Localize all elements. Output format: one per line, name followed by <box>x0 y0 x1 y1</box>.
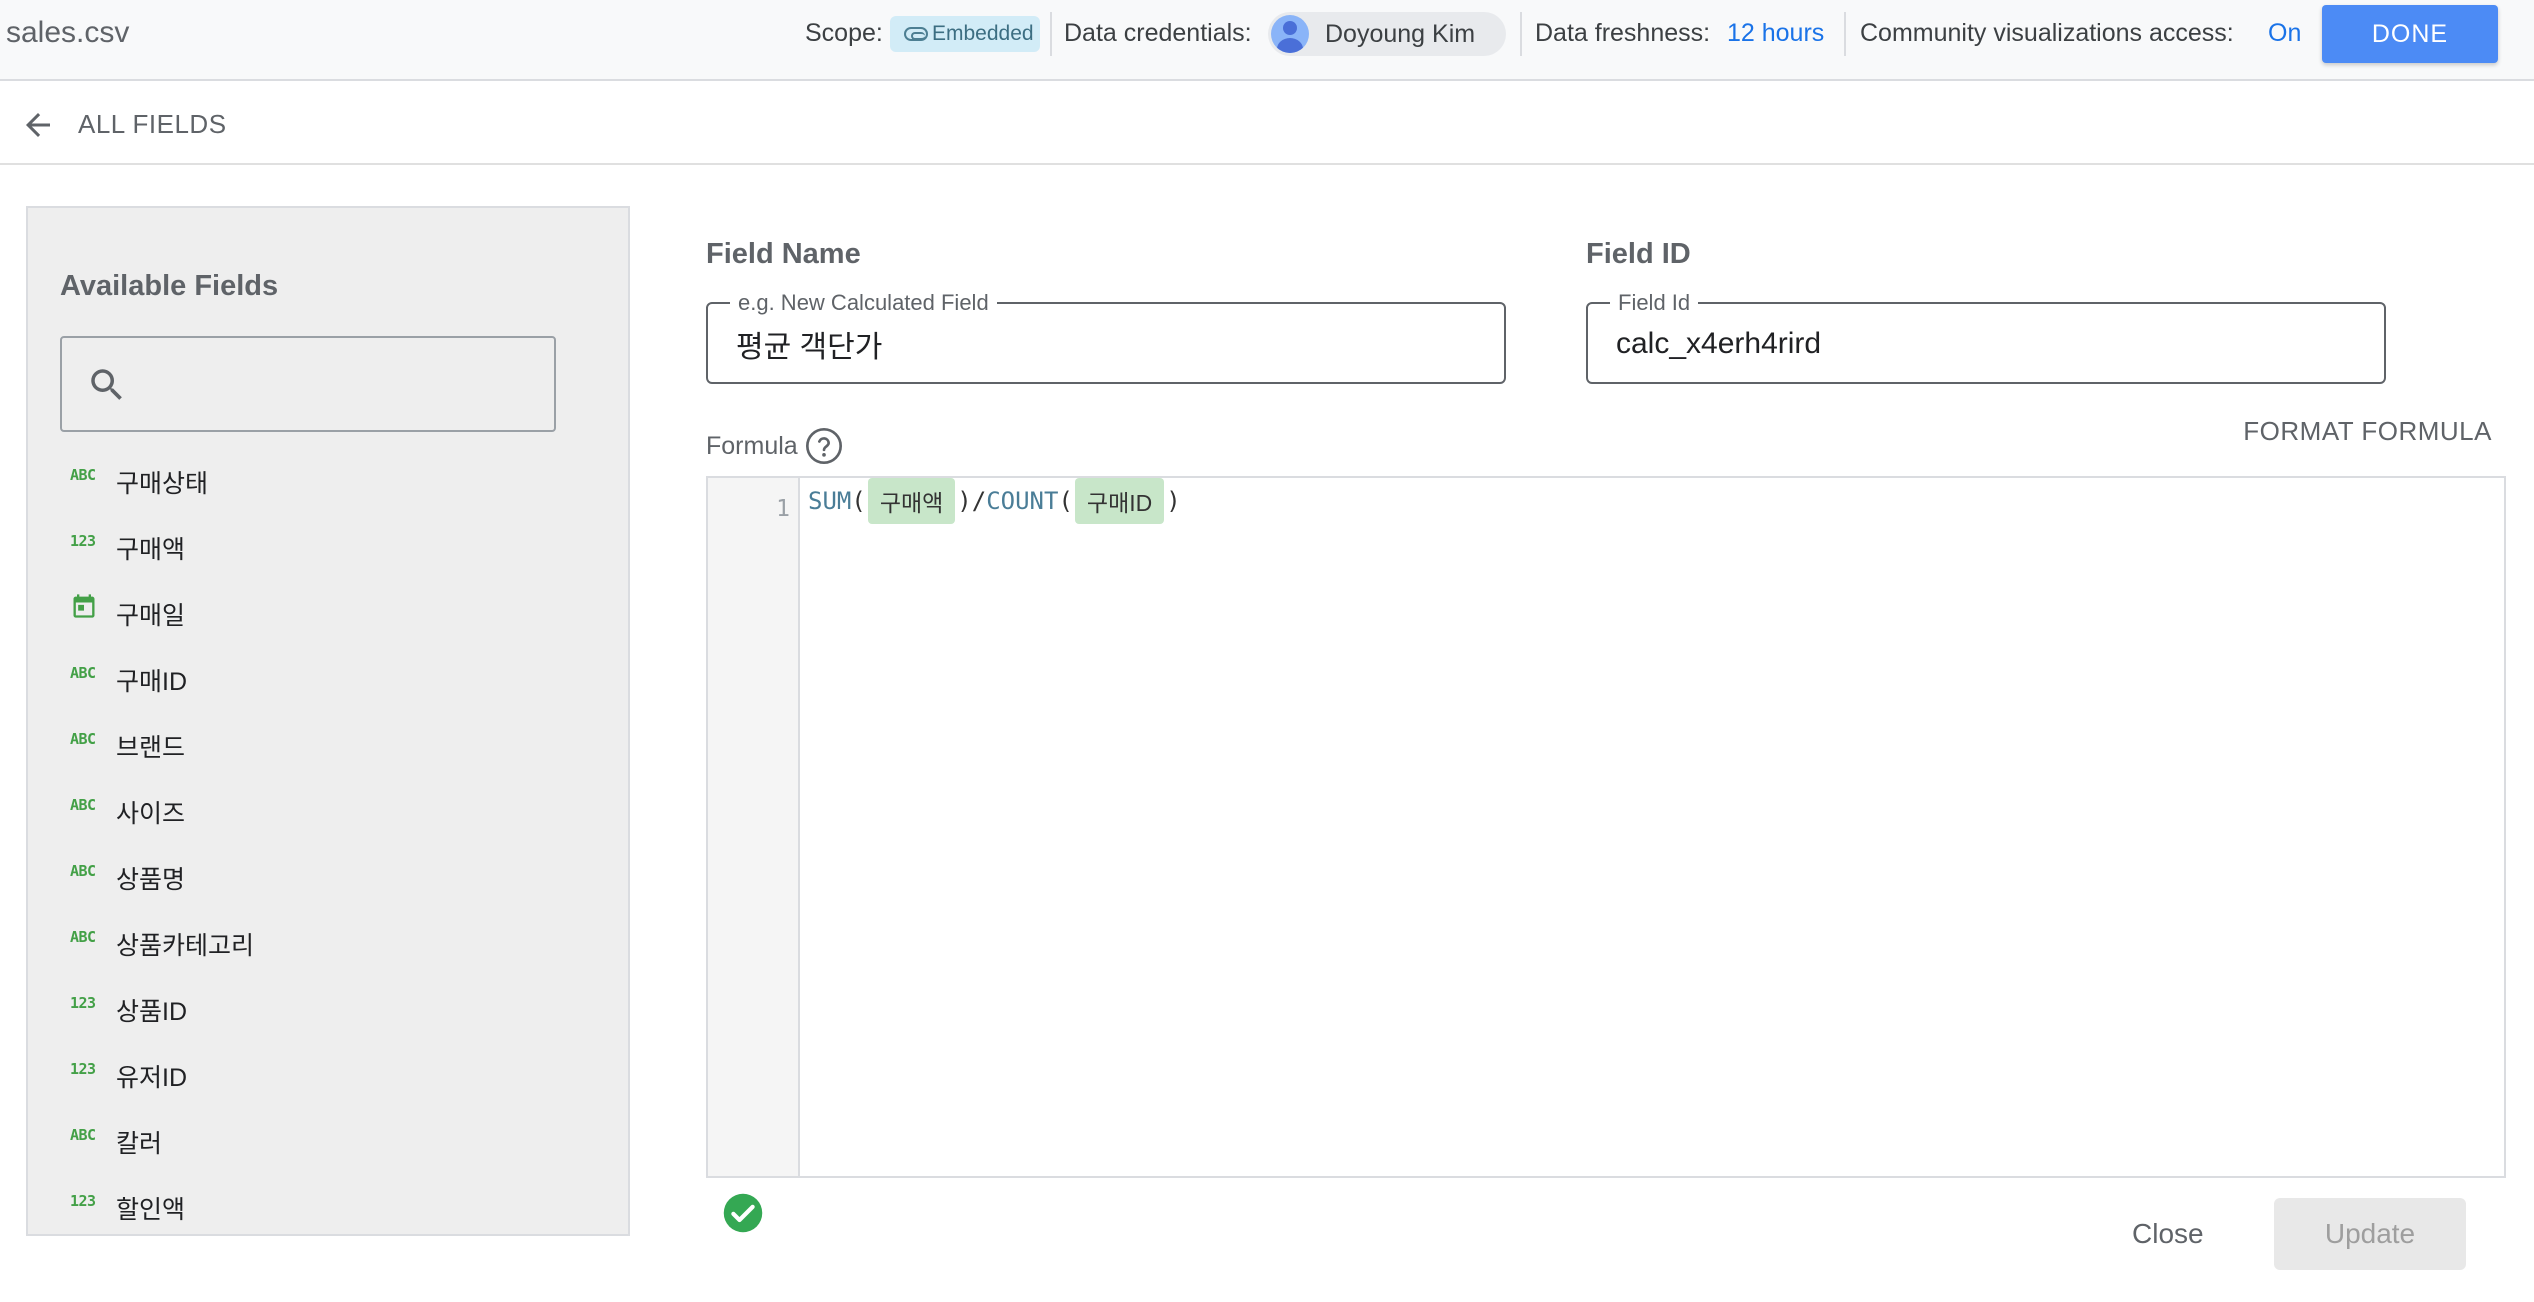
open-paren: ( <box>1058 487 1073 515</box>
field-name-label: 구매액 <box>116 536 186 564</box>
text-type-icon: ABC <box>70 466 96 484</box>
field-list-item[interactable]: ABC 사이즈 <box>28 784 628 850</box>
field-id-field[interactable]: Field Id <box>1586 290 2386 384</box>
number-type-icon: 123 <box>70 532 96 550</box>
field-name-label: 유저ID <box>116 1064 188 1092</box>
all-fields-link[interactable]: ALL FIELDS <box>78 109 227 140</box>
top-bar: sales.csv Scope: Embedded Data credentia… <box>0 0 2534 81</box>
update-button[interactable]: Update <box>2274 1198 2466 1270</box>
close-paren: ) <box>1166 487 1181 515</box>
field-name-heading: Field Name <box>706 238 861 270</box>
number-type-icon: 123 <box>70 994 96 1012</box>
sum-function: SUM <box>808 487 852 515</box>
field-name-label: 상품카테고리 <box>116 932 255 960</box>
field-search-box[interactable] <box>60 336 556 432</box>
field-name-label: 상품ID <box>116 998 188 1026</box>
calendar-icon <box>73 594 95 618</box>
field-id-legend: Field Id <box>1610 290 1699 316</box>
scope-label: Scope: <box>805 19 883 47</box>
field-name-label: 칼러 <box>116 1130 163 1158</box>
field-name-label: 할인액 <box>116 1196 186 1224</box>
header-divider <box>1050 12 1052 56</box>
back-arrow-icon[interactable] <box>20 107 56 143</box>
field-name-legend: e.g. New Calculated Field <box>730 290 997 316</box>
help-icon[interactable] <box>804 426 844 466</box>
credentials-label: Data credentials: <box>1064 19 1252 47</box>
count-function: COUNT <box>986 487 1059 515</box>
available-fields-title: Available Fields <box>60 270 279 302</box>
field-list: ABC 구매상태 123 구매액구매일 ABC 구매ID ABC 브랜드 ABC 사이즈 ABC 상품… <box>28 454 628 1234</box>
formula-label: Formula <box>706 432 798 460</box>
header-divider <box>1520 12 1522 56</box>
scope-value: Embedded <box>932 22 1034 45</box>
text-type-icon: ABC <box>70 664 96 682</box>
field-list-item[interactable]: 구매일 <box>28 586 628 652</box>
field-list-item[interactable]: ABC 칼러 <box>28 1114 628 1180</box>
back-row: ALL FIELDS <box>0 83 2534 165</box>
field-name-label: 구매일 <box>116 602 186 630</box>
search-icon <box>91 369 122 400</box>
line-gutter: 1 <box>708 478 800 1176</box>
available-fields-panel: Available Fields ABC 구매상태 123 구매액구매일 ABC 구매ID… <box>26 206 630 1236</box>
open-paren: ( <box>851 487 866 515</box>
field-list-item[interactable]: ABC 구매ID <box>28 652 628 718</box>
data-source-title: sales.csv <box>6 16 130 49</box>
field-name-label: 구매상태 <box>116 470 209 498</box>
text-type-icon: ABC <box>70 796 96 814</box>
field-name-field[interactable]: e.g. New Calculated Field <box>706 290 1506 384</box>
credentials-chip[interactable]: Doyoung Kim <box>1268 12 1506 56</box>
text-type-icon: ABC <box>70 862 96 880</box>
field-name-label: 상품명 <box>116 866 186 894</box>
field-id-heading: Field ID <box>1586 238 1691 270</box>
formula-code-line[interactable]: SUM ( 구매액 ) / COUNT ( 구매ID ) <box>808 478 1181 524</box>
text-type-icon: ABC <box>70 1126 96 1144</box>
field-list-item[interactable]: 123 구매액 <box>28 520 628 586</box>
number-type-icon: 123 <box>70 1192 96 1210</box>
line-number: 1 <box>776 496 790 522</box>
field-list-item[interactable]: 123 유저ID <box>28 1048 628 1114</box>
field-name-label: 브랜드 <box>116 734 186 762</box>
valid-check-icon <box>723 1193 763 1233</box>
community-link[interactable]: On <box>2268 19 2301 48</box>
field-list-item[interactable]: ABC 브랜드 <box>28 718 628 784</box>
field-list-item[interactable]: ABC 상품명 <box>28 850 628 916</box>
formula-editor[interactable]: 1 SUM ( 구매액 ) / COUNT ( 구매ID ) <box>706 476 2506 1178</box>
credentials-user: Doyoung Kim <box>1325 19 1476 48</box>
field-name-label: 구매ID <box>116 668 188 696</box>
text-type-icon: ABC <box>70 730 96 748</box>
community-label: Community visualizations access: <box>1860 19 2234 47</box>
avatar <box>1271 15 1309 53</box>
paperclip-icon <box>904 27 928 41</box>
field-list-item[interactable]: ABC 상품카테고리 <box>28 916 628 982</box>
field-search-input[interactable] <box>142 358 542 412</box>
field-name-label: 사이즈 <box>116 800 186 828</box>
header-divider <box>1844 12 1846 56</box>
close-paren: ) <box>957 487 972 515</box>
freshness-link[interactable]: 12 hours <box>1727 19 1824 48</box>
field-list-item[interactable]: ABC 구매상태 <box>28 454 628 520</box>
field-name-input[interactable] <box>736 324 1453 364</box>
scope-chip[interactable]: Embedded <box>890 16 1040 52</box>
field-list-item[interactable]: 123 할인액 <box>28 1180 628 1234</box>
done-button[interactable]: DONE <box>2322 5 2498 63</box>
field-list-item[interactable]: 123 상품ID <box>28 982 628 1048</box>
divide-operator: / <box>971 487 987 515</box>
close-button[interactable]: Close <box>2102 1198 2234 1270</box>
number-type-icon: 123 <box>70 1060 96 1078</box>
field-chip[interactable]: 구매ID <box>1074 478 1165 524</box>
text-type-icon: ABC <box>70 928 96 946</box>
format-formula-button[interactable]: FORMAT FORMULA <box>2196 416 2492 456</box>
freshness-label: Data freshness: <box>1535 19 1711 47</box>
field-chip[interactable]: 구매액 <box>867 478 956 524</box>
field-id-input[interactable] <box>1616 324 2333 364</box>
